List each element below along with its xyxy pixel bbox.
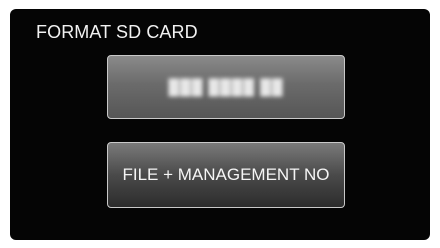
camera-menu-screen: FORMAT SD CARD ███ ████ ██ FILE + MANAGE…: [10, 9, 430, 240]
format-option-button[interactable]: ███ ████ ██: [107, 55, 345, 119]
format-option-label: ███ ████ ██: [168, 78, 284, 96]
screen-title: FORMAT SD CARD: [36, 22, 198, 42]
file-management-no-label: FILE + MANAGEMENT NO: [122, 165, 330, 184]
file-management-no-button[interactable]: FILE + MANAGEMENT NO: [107, 142, 345, 208]
